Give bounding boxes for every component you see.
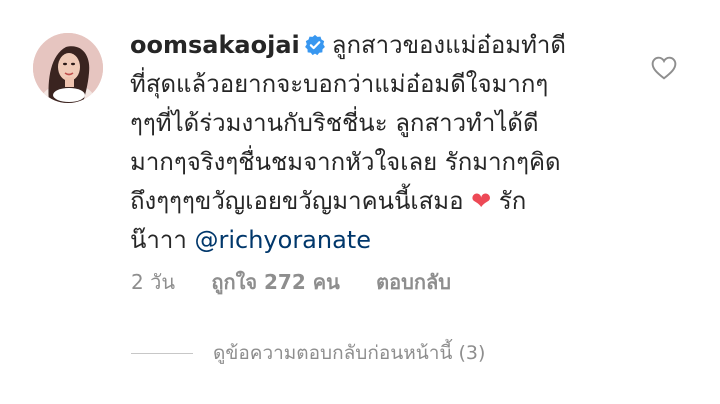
- comment-time: 2 วัน: [131, 270, 175, 294]
- avatar-photo: [33, 33, 103, 103]
- comment-line-5-end: รัก: [498, 187, 527, 215]
- comment-line-6: น๊าาา: [130, 226, 187, 254]
- divider-line: [131, 352, 193, 354]
- comment-body: oomsakaojai ลูกสาวของแม่อ๋อมทำดี ที่สุดแ…: [130, 26, 640, 260]
- comment-line-2: ที่สุดแล้วอยากจะบอกว่าแม่อ๋อมดีใจมากๆ: [130, 70, 549, 98]
- likes-count-link[interactable]: ถูกใจ 272 คน: [211, 270, 339, 294]
- mention-link[interactable]: @richyoranate: [194, 226, 371, 254]
- comment-line-1: ลูกสาวของแม่อ๋อมทำดี: [331, 31, 566, 59]
- view-replies-label: ดูข้อความตอบกลับก่อนหน้านี้ (3): [213, 342, 486, 364]
- comment-meta: 2 วัน ถูกใจ 272 คน ตอบกลับ: [131, 266, 481, 298]
- heart-emoji: ❤: [471, 187, 492, 215]
- comment-line-5: ถึงๆๆๆขวัญเอยขวัญมาคนนี้เสมอ: [130, 187, 464, 215]
- avatar[interactable]: [33, 33, 103, 103]
- username-link[interactable]: oomsakaojai: [130, 31, 300, 59]
- verified-badge-icon: [304, 34, 325, 56]
- reply-button[interactable]: ตอบกลับ: [376, 270, 451, 294]
- view-replies-button[interactable]: ดูข้อความตอบกลับก่อนหน้านี้ (3): [131, 338, 485, 368]
- like-heart-icon[interactable]: [651, 56, 677, 80]
- comment-line-3: ๆๆที่ได้ร่วมงานกับริชชี่นะ ลูกสาวทำได้ดี: [130, 109, 539, 137]
- comment-line-4: มากๆจริงๆชื่นชมจากหัวใจเลย รักมากๆคิด: [130, 148, 561, 176]
